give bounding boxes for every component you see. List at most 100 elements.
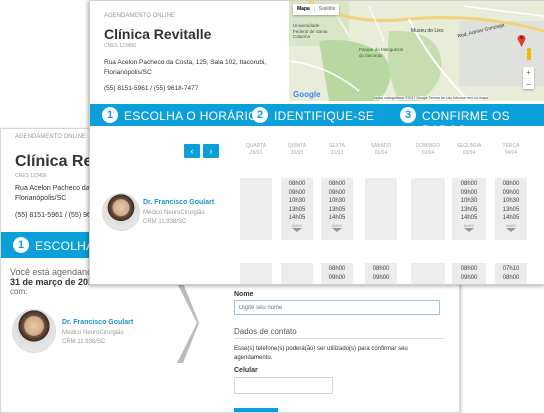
step-number: 1 [13, 237, 29, 253]
zoom-controls: + − [523, 67, 534, 89]
chevron-down-icon [332, 227, 342, 232]
map-pin-icon[interactable] [517, 33, 526, 47]
contact-note: Esse(s) telefone(s) poderá(ão) ser utili… [234, 346, 408, 361]
map-type-tabs: Mapa Satélite [293, 4, 340, 15]
doctor-avatar [102, 193, 140, 231]
doctor-crm: CRM 11.938/SC [62, 339, 106, 345]
chevron-right-icon [177, 283, 199, 363]
time-slot[interactable]: 08h00 [452, 265, 486, 274]
tab-map[interactable]: Mapa [293, 6, 314, 12]
chevron-down-icon [464, 227, 474, 232]
chevron-down-icon [506, 227, 516, 232]
zoom-out-button[interactable]: − [523, 78, 534, 90]
day-slots-domingo-2 [411, 263, 445, 284]
time-slot[interactable]: 08h00 [281, 180, 313, 189]
time-slot[interactable]: 08h00 [495, 274, 527, 283]
chevron-down-icon [292, 227, 302, 232]
phones: (55) 8151-5961 / (55) 96 [15, 212, 91, 219]
time-slot[interactable]: 09h00 [281, 189, 313, 198]
schedule-text: Você está agendando [10, 267, 98, 277]
more-button[interactable]: MAIS [452, 223, 486, 228]
day-slots-quinta-2 [281, 263, 313, 284]
day-slots-terca-2: 07h10 08h00 [495, 263, 527, 284]
pegman-icon[interactable] [525, 47, 533, 61]
address: Rua Acelon Pacheco da C [15, 185, 97, 192]
online-label: AGENDAMENTO ONLINE [104, 13, 175, 19]
map-label-parque: Parque do Manguezal do Itacorubi [359, 47, 404, 58]
step-1-label: ESCOLHA O HORÁRIO [124, 109, 258, 123]
step-3-label: CONFIRME OS DADOS [422, 109, 510, 137]
day-slots-sabado-2: 08h00 09h00 [365, 263, 397, 284]
time-slot[interactable]: 13h05 [495, 206, 527, 215]
clinic-name: Clínica Revitalle [104, 26, 212, 42]
time-slot[interactable]: 07h10 [495, 265, 527, 274]
day-header-terca: TERÇA 04/04 [502, 143, 520, 156]
day-slots-segunda: 08h00 09h00 10h30 13h05 14h05 MAIS [452, 178, 486, 240]
time-slot[interactable]: 10h30 [281, 197, 313, 206]
city: Florianópolis/SC [15, 195, 67, 202]
time-slot[interactable]: 10h30 [495, 197, 527, 206]
time-slot[interactable]: 13h05 [452, 206, 486, 215]
day-slots-quinta: 08h00 09h00 10h30 13h05 14h05 MAIS [281, 178, 313, 240]
time-slot[interactable]: 09h00 [321, 274, 353, 283]
time-slot[interactable]: 08h00 [452, 180, 486, 189]
time-slot[interactable]: 09h00 [495, 189, 527, 198]
time-slot[interactable]: 14h05 [281, 214, 313, 223]
map[interactable]: Mapa Satélite Universidade Federal de San… [289, 1, 544, 101]
day-header-sexta: SEXTA 31/03 [328, 143, 346, 156]
day-header-segunda: SEGUNDA 03/04 [456, 143, 482, 156]
map-canvas [289, 1, 544, 101]
day-header-quinta: QUINTA 30/03 [287, 143, 307, 156]
doctor-spec: Médico NeuroCirurgião [62, 330, 124, 336]
day-header-domingo: DOMINGO 02/04 [415, 143, 441, 156]
address-line2: Florianópolis/SC [104, 69, 152, 76]
step-1-number: 1 [102, 107, 118, 123]
time-slot[interactable]: 08h00 [365, 265, 397, 274]
next-week-button[interactable]: › [203, 144, 219, 158]
tab-satellite[interactable]: Satélite [313, 6, 340, 12]
time-slot[interactable]: 09h00 [365, 274, 397, 283]
time-slot[interactable]: 10h30 [452, 197, 486, 206]
day-slots-sabado [365, 178, 397, 240]
time-slot[interactable]: 08h00 [495, 180, 527, 189]
more-button[interactable]: MAIS [495, 223, 527, 228]
address-line1: Rua Acelon Pacheco da Costa, 125, Sala 1… [104, 59, 267, 66]
name-label: Nome [234, 291, 254, 298]
day-slots-segunda-2: 08h00 09h00 [452, 263, 486, 284]
doctor-name[interactable]: Dr. Francisco Goulart [62, 319, 133, 326]
prev-week-button[interactable]: ‹ [184, 144, 200, 158]
phones: (55) 8151-5961 / (55) 9618-7477 [104, 85, 199, 92]
step-2-label: IDENTIFIQUE-SE [274, 109, 375, 123]
foreground-window: AGENDAMENTO ONLINE Clínica Revitalle CNE… [89, 0, 544, 285]
time-slot[interactable]: 08h00 [321, 180, 353, 189]
time-slot[interactable]: 09h00 [452, 189, 486, 198]
time-slot[interactable]: 13h05 [321, 206, 353, 215]
time-slot[interactable]: 13h05 [281, 206, 313, 215]
step-2-number: 2 [252, 107, 268, 123]
cell-input[interactable] [234, 377, 333, 394]
more-button[interactable]: MAIS [321, 223, 353, 228]
day-slots-domingo [411, 178, 445, 240]
day-slots-sexta-2: 08h00 09h00 [321, 263, 353, 284]
map-footer: Dados cartográficos ©2017 Google Termos … [373, 96, 488, 100]
time-slot[interactable]: 08h00 [321, 265, 353, 274]
online-label: AGENDAMENTO ONLINE [15, 134, 86, 140]
name-input[interactable] [234, 300, 440, 315]
time-slot[interactable]: 10h30 [321, 197, 353, 206]
time-slot[interactable]: 14h05 [452, 214, 486, 223]
time-slot[interactable]: 09h00 [321, 189, 353, 198]
more-button[interactable]: MAIS [281, 223, 313, 228]
cnes: CNES 123456 [15, 173, 47, 179]
doctor-name[interactable]: Dr. Francisco Goulart [143, 199, 214, 206]
time-slot[interactable]: 09h00 [452, 274, 486, 283]
doctor-spec: Médico NeuroCirurgião [143, 210, 205, 216]
day-header-quarta: QUARTA 29/03 [245, 143, 267, 156]
doctor-crm: CRM 11.938/SC [143, 219, 187, 225]
zoom-in-button[interactable]: + [523, 67, 534, 78]
time-slot[interactable]: 14h05 [495, 214, 527, 223]
google-logo: Google [293, 90, 321, 99]
steps-bar: 1 ESCOLHA O HORÁRIO 2 IDENTIFIQUE-SE 3 C… [90, 104, 544, 137]
cell-label: Celular [234, 367, 258, 374]
doctor-avatar [12, 309, 56, 353]
time-slot[interactable]: 14h05 [321, 214, 353, 223]
